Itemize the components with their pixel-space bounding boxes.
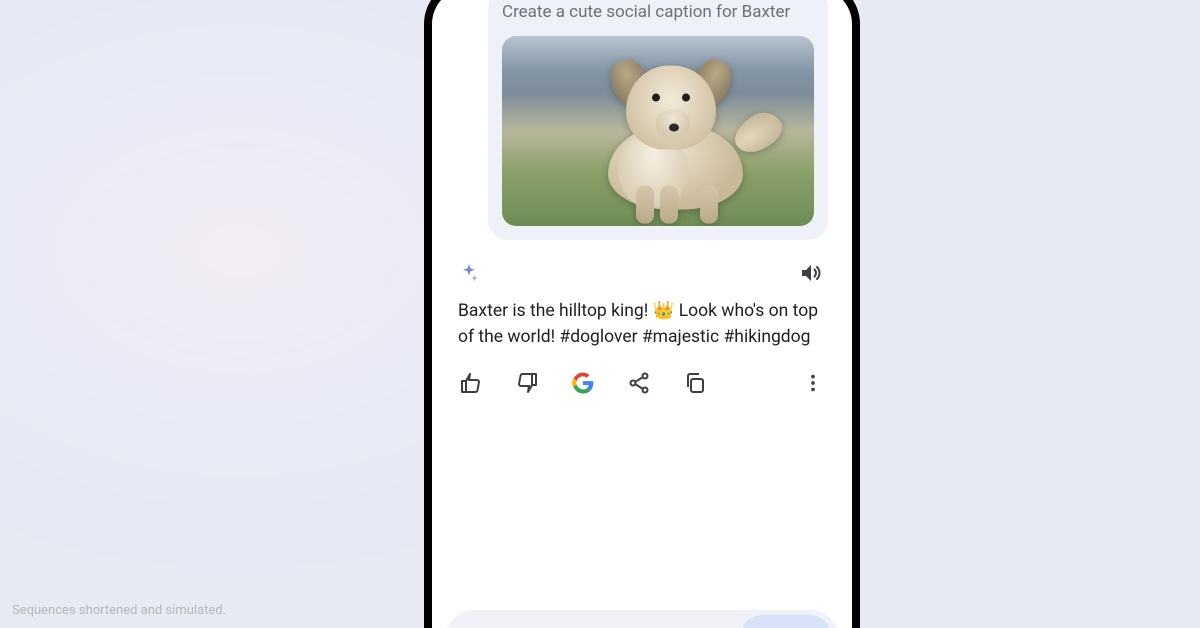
copy-icon <box>683 371 707 395</box>
read-aloud-button[interactable] <box>796 258 826 288</box>
response-part-1: Baxter is the hilltop king! <box>458 301 653 321</box>
copy-button[interactable] <box>682 370 708 396</box>
phone-screen: Create a cute social caption for Baxter <box>432 0 852 628</box>
share-icon <box>627 371 651 395</box>
more-vert-icon <box>802 372 824 394</box>
google-logo-icon <box>572 372 594 394</box>
disclaimer-text: Sequences shortened and simulated. <box>12 603 226 618</box>
attached-photo[interactable] <box>502 36 814 226</box>
share-button[interactable] <box>626 370 652 396</box>
google-search-button[interactable] <box>570 370 596 396</box>
assistant-response-text: Baxter is the hilltop king! 👑 Look who's… <box>458 298 826 351</box>
more-options-button[interactable] <box>800 370 826 396</box>
crown-emoji: 👑 <box>653 301 675 321</box>
promo-background: Sequences shortened and simulated. Creat… <box>0 0 1200 628</box>
assistant-response: Baxter is the hilltop king! 👑 Look who's… <box>432 240 852 351</box>
thumbs-down-icon <box>515 371 539 395</box>
composer[interactable]: Type, talk, or share a photo <box>446 610 838 628</box>
dog-illustration <box>548 45 768 223</box>
sparkle-icon <box>458 262 480 284</box>
voice-camera-group <box>740 615 832 628</box>
response-actions <box>432 350 852 396</box>
speaker-icon <box>799 261 823 285</box>
thumbs-up-button[interactable] <box>458 370 484 396</box>
thumbs-down-button[interactable] <box>514 370 540 396</box>
user-message-card: Create a cute social caption for Baxter <box>488 0 828 240</box>
thumbs-up-icon <box>459 371 483 395</box>
phone-frame: Create a cute social caption for Baxter <box>424 0 860 628</box>
user-prompt-text: Create a cute social caption for Baxter <box>502 0 814 26</box>
composer-area: Type, talk, or share a photo <box>432 610 852 628</box>
